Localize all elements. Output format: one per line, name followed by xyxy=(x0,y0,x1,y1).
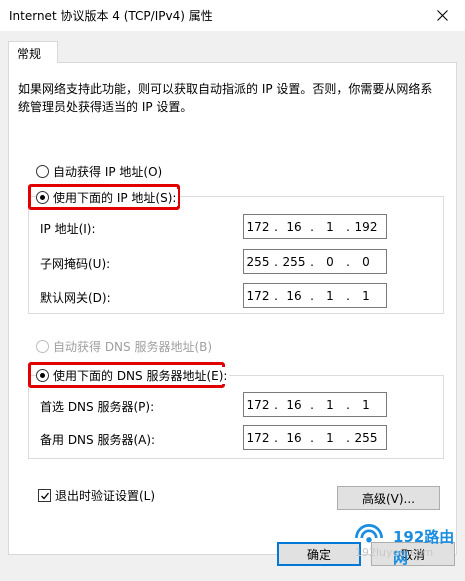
window-title: Internet 协议版本 4 (TCP/IPv4) 属性 xyxy=(9,9,213,23)
validate-settings-label: 退出时验证设置(L) xyxy=(55,489,156,503)
gateway-input[interactable]: 172. 16. 1. 1 xyxy=(243,283,387,308)
octet: 1 xyxy=(326,288,334,303)
alternate-dns-input[interactable]: 172. 16. 1. 255 xyxy=(243,425,387,450)
description-text: 如果网络支持此功能，则可以获取自动指派的 IP 设置。否则，你需要从网络系统管理… xyxy=(18,82,433,114)
auto-dns-radio[interactable]: 自动获得 DNS 服务器地址(B) xyxy=(36,338,212,355)
subnet-mask-label: 子网掩码(U): xyxy=(40,257,111,271)
octet-dot: . xyxy=(310,288,314,303)
octet-dot: . xyxy=(346,430,350,445)
checkbox-box xyxy=(38,489,51,502)
radio-selected-icon xyxy=(36,369,49,382)
octet: 255 xyxy=(282,254,306,269)
manual-ip-label: 使用下面的 IP 地址(S): xyxy=(53,191,177,205)
octet: 1 xyxy=(326,397,334,412)
octet-dot: . xyxy=(310,254,314,269)
auto-ip-radio[interactable]: 自动获得 IP 地址(O) xyxy=(36,163,162,180)
octet: 1 xyxy=(362,288,370,303)
octet-dot: . xyxy=(310,219,314,234)
octet-dot: . xyxy=(274,430,278,445)
ip-address-label: IP 地址(I): xyxy=(40,222,96,236)
radio-circle-icon xyxy=(36,165,49,178)
octet: 16 xyxy=(286,288,302,303)
octet-dot: . xyxy=(274,254,278,269)
octet: 1 xyxy=(362,397,370,412)
octet: 255 xyxy=(354,430,378,445)
octet-dot: . xyxy=(274,219,278,234)
alternate-dns-label: 备用 DNS 服务器(A): xyxy=(40,433,156,447)
auto-ip-label: 自动获得 IP 地址(O) xyxy=(53,165,163,179)
octet-dot: . xyxy=(274,397,278,412)
octet-dot: . xyxy=(346,288,350,303)
octet-dot: . xyxy=(346,397,350,412)
octet: 172 xyxy=(246,397,270,412)
octet: 16 xyxy=(286,397,302,412)
octet: 0 xyxy=(362,254,370,269)
octet: 255 xyxy=(246,254,270,269)
watermark-url: 192luyou.com xyxy=(355,546,434,559)
close-icon xyxy=(436,10,448,21)
validate-settings-checkbox[interactable]: 退出时验证设置(L) xyxy=(38,487,155,504)
octet: 172 xyxy=(246,219,270,234)
octet: 172 xyxy=(246,430,270,445)
checkmark-icon xyxy=(40,492,49,499)
advanced-button[interactable]: 高级(V)... xyxy=(337,486,440,510)
preferred-dns-input[interactable]: 172. 16. 1. 1 xyxy=(243,392,387,417)
title-bar: Internet 协议版本 4 (TCP/IPv4) 属性 xyxy=(0,0,465,31)
octet: 1 xyxy=(326,430,334,445)
ip-address-input[interactable]: 172. 16. 1. 192 xyxy=(243,214,387,239)
manual-dns-label: 使用下面的 DNS 服务器地址(E): xyxy=(53,369,228,383)
octet-dot: . xyxy=(346,219,350,234)
preferred-dns-label: 首选 DNS 服务器(P): xyxy=(40,400,155,414)
radio-circle-icon xyxy=(36,340,49,353)
octet: 192 xyxy=(354,219,378,234)
manual-ip-radio[interactable]: 使用下面的 IP 地址(S): xyxy=(36,189,179,206)
subnet-mask-input[interactable]: 255. 255. 0. 0 xyxy=(243,249,387,274)
tab-general[interactable]: 常规 xyxy=(8,41,58,63)
octet: 16 xyxy=(286,219,302,234)
auto-dns-label: 自动获得 DNS 服务器地址(B) xyxy=(53,340,213,354)
octet-dot: . xyxy=(310,430,314,445)
octet: 16 xyxy=(286,430,302,445)
octet: 172 xyxy=(246,288,270,303)
manual-dns-radio[interactable]: 使用下面的 DNS 服务器地址(E): xyxy=(36,367,230,384)
octet: 0 xyxy=(326,254,334,269)
octet-dot: . xyxy=(310,397,314,412)
close-button[interactable] xyxy=(419,0,465,31)
octet: 1 xyxy=(326,219,334,234)
watermark: 192路由网 192luyou.com xyxy=(345,520,465,570)
octet-dot: . xyxy=(274,288,278,303)
octet-dot: . xyxy=(346,254,350,269)
radio-selected-icon xyxy=(36,191,49,204)
gateway-label: 默认网关(D): xyxy=(40,291,111,305)
